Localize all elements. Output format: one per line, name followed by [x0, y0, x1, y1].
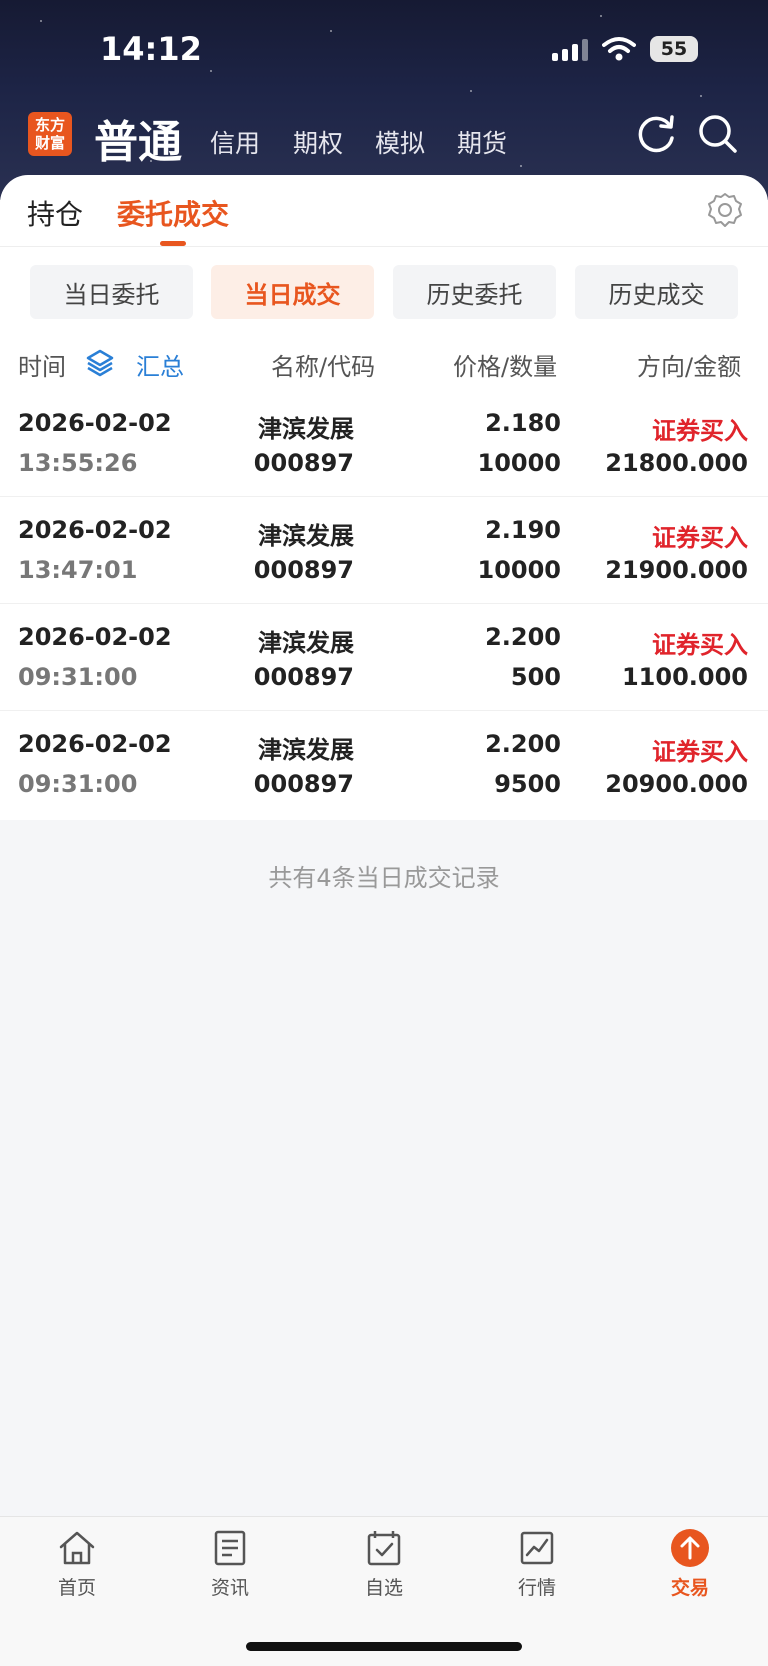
record-count-note: 共有4条当日成交记录	[268, 864, 500, 892]
stock-name: 津滨发展	[258, 629, 354, 657]
segment-history-orders[interactable]: 历史委托	[393, 265, 556, 319]
trade-price: 2.200	[485, 623, 561, 651]
cellular-signal-icon	[552, 37, 588, 61]
gear-icon[interactable]	[706, 191, 744, 229]
stock-code: 000897	[253, 770, 354, 798]
status-time: 14:12	[100, 30, 202, 68]
trade-row[interactable]: 2026-02-02 13:47:01 津滨发展 000897 2.190 10…	[0, 496, 768, 604]
divider	[0, 246, 768, 247]
trade-amount: 1100.000	[621, 663, 748, 691]
trade-price: 2.180	[485, 409, 561, 437]
nav-news[interactable]: 资讯	[180, 1527, 280, 1600]
trade-direction: 证券买入	[652, 417, 748, 445]
summary-toggle[interactable]: 汇总	[136, 347, 184, 382]
trade-quantity: 500	[510, 663, 561, 691]
nav-trade[interactable]: 交易	[640, 1527, 740, 1600]
tab-simulation[interactable]: 模拟	[375, 124, 425, 160]
tab-futures[interactable]: 期货	[457, 124, 507, 160]
news-icon	[214, 1530, 246, 1566]
stock-name: 津滨发展	[258, 736, 354, 764]
search-icon[interactable]	[696, 112, 740, 156]
trade-quantity: 10000	[477, 449, 562, 477]
trade-row[interactable]: 2026-02-02 13:55:26 津滨发展 000897 2.180 10…	[0, 389, 768, 497]
nav-watchlist[interactable]: 自选	[334, 1527, 434, 1600]
trade-amount: 20900.000	[605, 770, 748, 798]
stock-code: 000897	[253, 556, 354, 584]
tab-positions[interactable]: 持仓	[27, 193, 83, 233]
home-indicator	[246, 1642, 522, 1651]
trade-date: 2026-02-02	[18, 730, 172, 758]
nav-market[interactable]: 行情	[487, 1527, 587, 1600]
battery-indicator: 55	[650, 36, 698, 62]
nav-home[interactable]: 首页	[27, 1527, 127, 1600]
refresh-icon[interactable]	[634, 112, 678, 156]
column-header-price-qty: 价格/数量	[453, 353, 558, 381]
trade-time: 13:55:26	[18, 449, 138, 477]
trade-date: 2026-02-02	[18, 623, 172, 651]
stock-code: 000897	[253, 449, 354, 477]
tab-options[interactable]: 期权	[293, 124, 343, 160]
trade-direction: 证券买入	[652, 524, 748, 552]
trade-row[interactable]: 2026-02-02 09:31:00 津滨发展 000897 2.200 95…	[0, 710, 768, 817]
trade-amount: 21800.000	[605, 449, 748, 477]
tab-normal[interactable]: 普通	[94, 106, 182, 170]
trade-row[interactable]: 2026-02-02 09:31:00 津滨发展 000897 2.200 50…	[0, 603, 768, 711]
eastmoney-logo: 东方 财富	[28, 112, 72, 156]
trade-arrow-icon	[671, 1529, 709, 1567]
home-icon	[59, 1531, 95, 1565]
layers-icon[interactable]	[86, 347, 114, 377]
trade-quantity: 9500	[494, 770, 561, 798]
status-icons: 55	[552, 36, 698, 62]
trade-date: 2026-02-02	[18, 516, 172, 544]
trade-price: 2.200	[485, 730, 561, 758]
column-header-direction-amount: 方向/金额	[637, 353, 742, 381]
stock-code: 000897	[253, 663, 354, 691]
trade-direction: 证券买入	[652, 738, 748, 766]
tab-orders-trades[interactable]: 委托成交	[117, 193, 229, 233]
trade-time: 09:31:00	[18, 663, 138, 691]
trade-amount: 21900.000	[605, 556, 748, 584]
trade-quantity: 10000	[477, 556, 562, 584]
watchlist-icon	[367, 1531, 401, 1566]
trade-time: 13:47:01	[18, 556, 138, 584]
chart-icon	[520, 1531, 554, 1565]
trade-price: 2.190	[485, 516, 561, 544]
stock-name: 津滨发展	[258, 415, 354, 443]
trade-direction: 证券买入	[652, 631, 748, 659]
column-header-time: 时间	[18, 353, 66, 381]
trade-date: 2026-02-02	[18, 409, 172, 437]
segment-history-trades[interactable]: 历史成交	[575, 265, 738, 319]
trade-time: 09:31:00	[18, 770, 138, 798]
wifi-icon	[602, 37, 636, 61]
app-header: 14:12 55 东方 财富 普通 信用 期权 模拟 期货	[0, 0, 768, 200]
stock-name: 津滨发展	[258, 522, 354, 550]
orders-panel: 持仓 委托成交 当日委托 当日成交 历史委托 历史成交 时间 汇总 名称/代码 …	[0, 175, 768, 820]
segment-today-trades[interactable]: 当日成交	[211, 265, 374, 319]
tab-credit[interactable]: 信用	[210, 124, 260, 160]
column-header-name-code: 名称/代码	[271, 353, 376, 381]
segment-today-orders[interactable]: 当日委托	[30, 265, 193, 319]
